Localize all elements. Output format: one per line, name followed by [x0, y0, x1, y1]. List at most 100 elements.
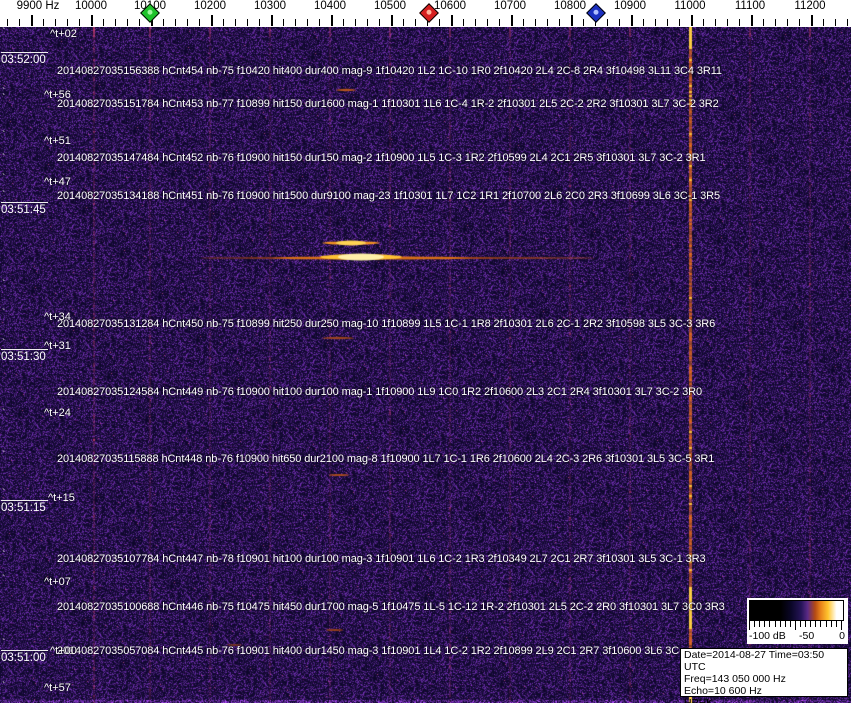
- time-minor-mark: `: [2, 173, 6, 184]
- freq-tick: [43, 19, 44, 26]
- freq-label: 10400: [314, 0, 346, 12]
- time-label: 03:51:15: [1, 500, 48, 514]
- freq-tick: [271, 15, 273, 26]
- db-tick: [774, 621, 776, 627]
- detection-log-line: 20140827035100688 hCnt446 nb-75 f10475 h…: [57, 601, 725, 613]
- db-scale-ticks: [749, 621, 844, 630]
- freq-tick: [283, 19, 284, 26]
- freq-tick: [139, 19, 140, 26]
- detection-log-line: 20140827035131284 hCnt450 nb-75 f10899 h…: [57, 318, 716, 330]
- freq-tick: [499, 19, 500, 26]
- db-tick: [764, 621, 766, 627]
- db-tick: [830, 621, 832, 627]
- time-offset-marker: ^t+47: [44, 176, 71, 188]
- freq-tick: [787, 19, 788, 26]
- freq-label: 10700: [494, 0, 526, 12]
- freq-tick: [331, 15, 333, 26]
- freq-tick: [679, 19, 680, 26]
- freq-tick: [31, 15, 33, 26]
- time-minor-mark: `: [2, 488, 6, 499]
- freq-tick: [415, 19, 416, 26]
- freq-tick: [643, 19, 644, 26]
- freq-tick: [823, 19, 824, 26]
- time-minor-mark: `: [2, 130, 6, 141]
- time-label: 03:51:30: [1, 349, 48, 363]
- freq-tick: [487, 19, 488, 26]
- green-diamond-marker-core: [146, 8, 154, 16]
- db-label-mid: -50: [799, 630, 815, 642]
- blue-diamond-marker[interactable]: [586, 3, 606, 23]
- db-tick: [800, 621, 801, 627]
- freq-label: 11200: [794, 0, 826, 12]
- freq-tick: [751, 15, 753, 26]
- freq-tick: [655, 19, 656, 26]
- freq-tick: [343, 19, 344, 26]
- freq-tick: [739, 19, 740, 26]
- time-label: 03:52:00: [1, 52, 48, 66]
- freq-label: 10300: [254, 0, 286, 12]
- status-info-box: Date=2014-08-27 Time=03:50 UTC Freq=143 …: [680, 648, 848, 703]
- time-minor-mark: `: [2, 574, 6, 585]
- freq-tick: [79, 19, 80, 26]
- time-minor-mark: `: [2, 308, 6, 319]
- freq-tick: [91, 15, 93, 26]
- db-gradient-bar: [749, 600, 844, 621]
- time-minor-mark: `: [2, 681, 6, 692]
- time-minor-mark: `: [2, 93, 6, 104]
- time-offset-marker: ^t+57: [44, 682, 71, 694]
- detection-log-line: 20140827035057084 hCnt445 nb-76 f10901 h…: [57, 645, 683, 657]
- time-offset-marker: ^t+56: [44, 89, 71, 101]
- time-offset-marker: ^t+02: [50, 28, 77, 40]
- blue-diamond-marker-core: [592, 8, 600, 16]
- freq-tick: [775, 19, 776, 26]
- freq-tick: [127, 19, 128, 26]
- info-date-line: Date=2014-08-27 Time=03:50 UTC: [684, 649, 825, 673]
- freq-tick: [631, 15, 633, 26]
- time-minor-mark: `: [2, 279, 6, 290]
- freq-tick: [103, 19, 104, 26]
- freq-tick: [475, 19, 476, 26]
- freq-tick: [847, 19, 848, 26]
- freq-tick: [115, 19, 116, 26]
- time-minor-mark: `: [2, 408, 6, 419]
- db-label-max: 0: [839, 630, 845, 642]
- detection-log-line: 20140827035115888 hCnt448 nb-76 f10900 h…: [57, 453, 715, 465]
- db-tick: [779, 621, 781, 627]
- freq-tick: [511, 15, 513, 26]
- time-label: 03:51:00: [1, 650, 48, 664]
- freq-tick: [799, 19, 800, 26]
- time-offset-marker: ^t+31: [44, 340, 71, 352]
- freq-label: 10500: [374, 0, 406, 12]
- db-tick: [810, 621, 812, 627]
- time-minor-mark: `: [2, 190, 6, 201]
- time-minor-mark: `: [2, 338, 6, 349]
- freq-tick: [607, 19, 608, 26]
- freq-label: 10600: [434, 0, 466, 12]
- red-diamond-marker-core: [425, 8, 433, 16]
- db-tick: [815, 621, 817, 627]
- freq-tick: [583, 19, 584, 26]
- info-freq-line: Freq=143 050 000 Hz: [684, 673, 786, 685]
- time-offset-marker: ^t+51: [44, 135, 71, 147]
- freq-tick: [391, 15, 393, 26]
- freq-tick: [247, 19, 248, 26]
- spectrogram-app: 9900 Hz100001010010200103001040010500106…: [0, 0, 851, 703]
- detection-log-line: 20140827035124584 hCnt449 nb-76 f10900 h…: [57, 386, 702, 398]
- time-minor-mark: `: [2, 550, 6, 561]
- db-tick: [759, 621, 761, 627]
- freq-tick: [535, 19, 536, 26]
- db-scale-labels: -100 dB -50 0: [747, 630, 848, 643]
- detection-log-line: 20140827035107784 hCnt447 nb-78 f10901 h…: [57, 553, 706, 565]
- freq-tick: [811, 15, 813, 26]
- db-tick: [825, 621, 827, 627]
- freq-tick: [703, 19, 704, 26]
- info-station-line: HPHK: [684, 697, 714, 703]
- freq-tick: [163, 19, 164, 26]
- freq-tick: [667, 19, 668, 26]
- freq-tick: [619, 19, 620, 26]
- db-label-min: -100 dB: [749, 630, 786, 642]
- freq-label: 10800: [554, 0, 586, 12]
- detection-log-line: 20140827035151784 hCnt453 nb-77 f10899 h…: [57, 98, 719, 110]
- time-offset-marker: ^t+15: [48, 492, 75, 504]
- freq-label: 9900 Hz: [16, 0, 60, 12]
